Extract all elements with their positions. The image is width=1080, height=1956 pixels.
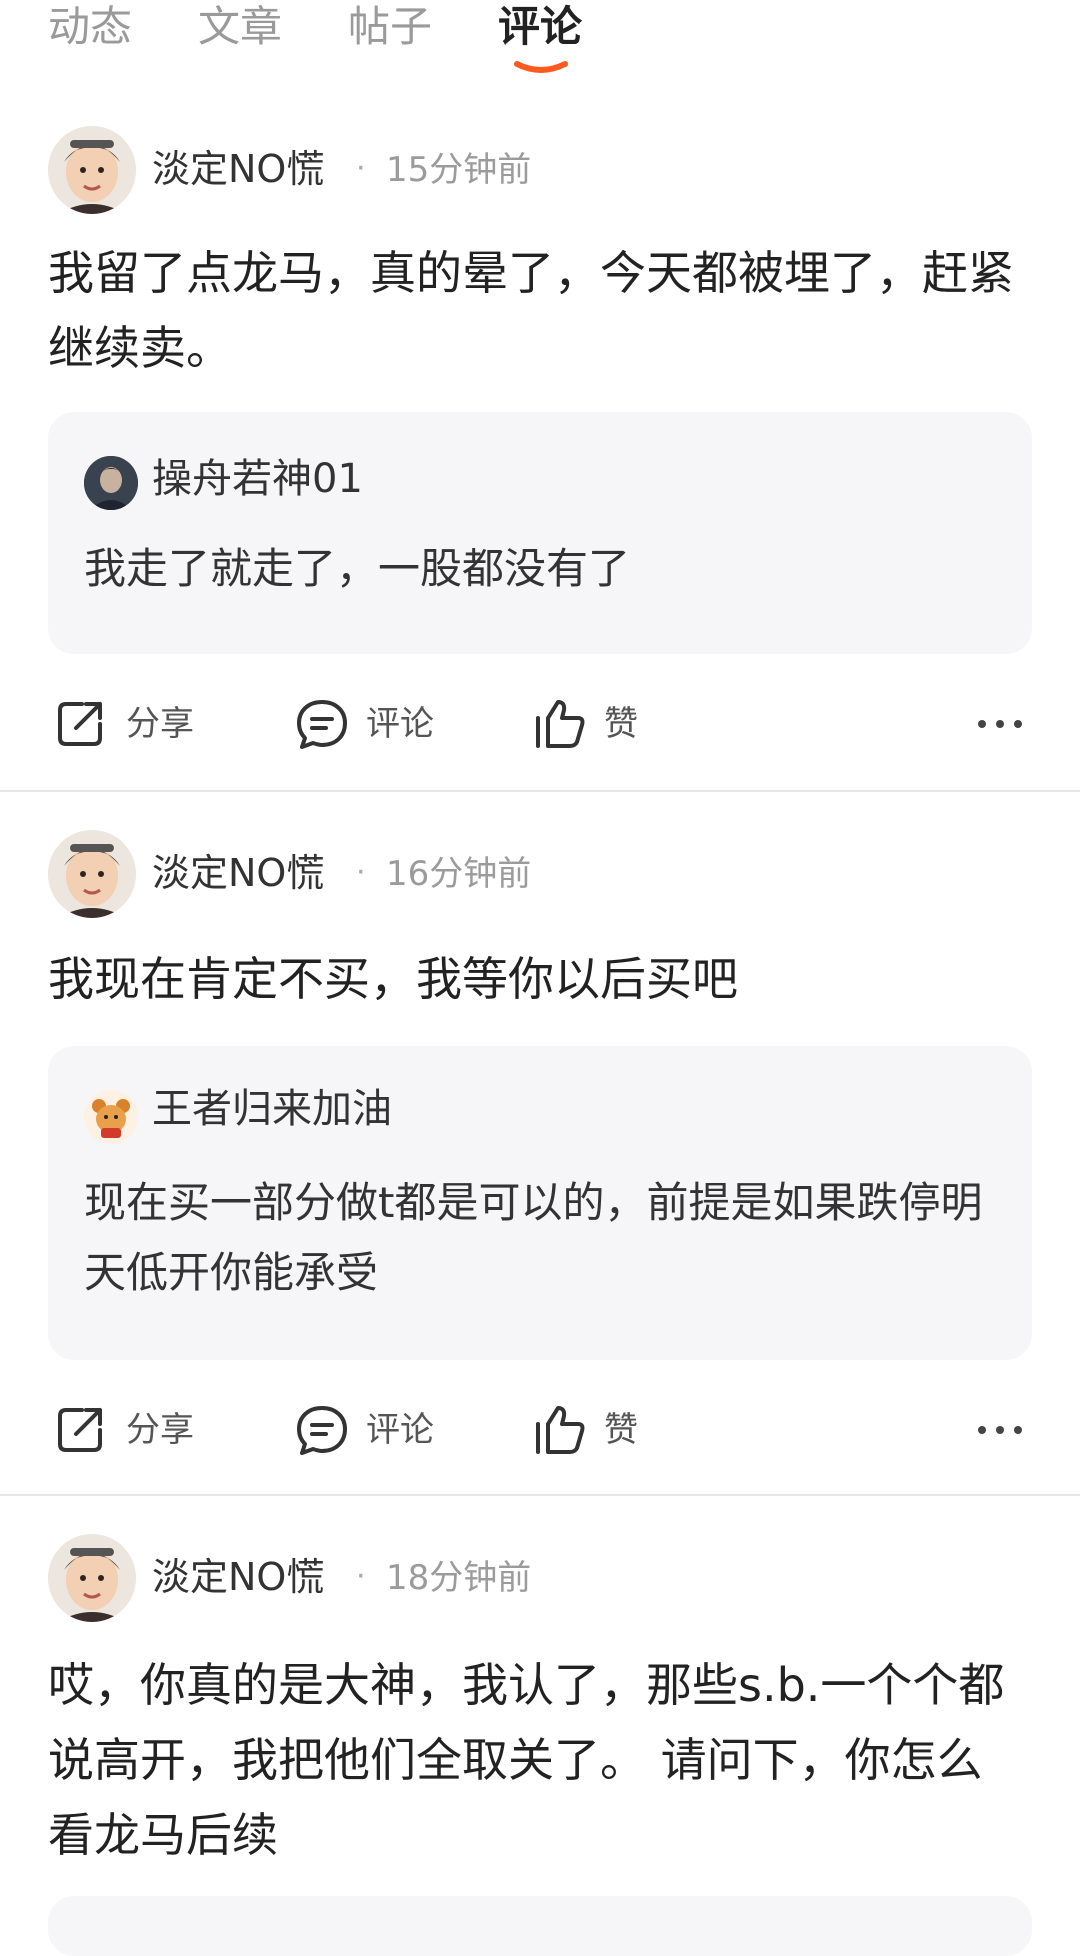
more-options-icon[interactable] — [976, 704, 1024, 744]
separator-dot: · — [356, 151, 366, 186]
like-label[interactable]: 赞 — [604, 1406, 638, 1454]
post-time: 18分钟前 — [386, 1558, 532, 1598]
tab-articles[interactable]: 文章 — [198, 0, 282, 54]
thumbs-up-icon[interactable] — [532, 1402, 588, 1458]
thumbs-up-icon[interactable] — [532, 696, 588, 752]
share-label[interactable]: 分享 — [126, 700, 194, 748]
comment-text[interactable]: 我留了点龙马，真的晕了，今天都被埋了，赶紧继续卖。 — [48, 236, 1018, 386]
share-label[interactable]: 分享 — [126, 1406, 194, 1454]
author-name[interactable]: 淡定NO慌 — [152, 144, 324, 194]
divider — [0, 1494, 1080, 1496]
profile-tabs: 动态 文章 帖子 评论 — [0, 0, 1080, 80]
avatar[interactable] — [48, 830, 136, 918]
like-label[interactable]: 赞 — [604, 700, 638, 748]
avatar — [84, 456, 138, 510]
tab-dynamics[interactable]: 动态 — [48, 0, 132, 54]
tab-posts[interactable]: 帖子 — [348, 0, 432, 54]
comment-icon[interactable] — [294, 696, 350, 752]
post-time: 15分钟前 — [386, 150, 532, 190]
comment-header: 淡定NO慌 · 18分钟前 — [48, 1534, 1032, 1624]
comment-header: 淡定NO慌 · 15分钟前 — [48, 126, 1032, 216]
child-avatar-icon — [48, 1534, 136, 1622]
author-name[interactable]: 淡定NO慌 — [152, 848, 324, 898]
avatar[interactable] — [48, 1534, 136, 1622]
avatar[interactable] — [48, 126, 136, 214]
comment-icon[interactable] — [294, 1402, 350, 1458]
avatar — [84, 1090, 138, 1144]
quoted-reply[interactable]: 操舟若神01 我走了就走了，一股都没有了 — [48, 412, 1032, 654]
active-tab-indicator — [514, 61, 568, 73]
comment-text[interactable]: 哎，你真的是大神，我认了，那些s.b.一个个都说高开，我把他们全取关了。 请问下… — [48, 1648, 1018, 1873]
child-avatar-icon — [48, 126, 136, 214]
quoted-reply[interactable]: 王者归来加油 现在买一部分做t都是可以的，前提是如果跌停明天低开你能承受 — [48, 1046, 1032, 1360]
quoted-text: 我走了就走了，一股都没有了 — [84, 544, 631, 593]
post-time: 16分钟前 — [386, 854, 532, 894]
quoted-reply[interactable] — [48, 1896, 1032, 1956]
action-bar: 分享 评论 赞 — [0, 1396, 1080, 1466]
comment-label[interactable]: 评论 — [366, 1406, 434, 1454]
divider — [0, 790, 1080, 792]
quoted-author[interactable]: 操舟若神01 — [152, 452, 363, 506]
separator-dot: · — [356, 1559, 366, 1594]
share-icon[interactable] — [52, 696, 108, 752]
author-name[interactable]: 淡定NO慌 — [152, 1552, 324, 1602]
comment-header: 淡定NO慌 · 16分钟前 — [48, 830, 1032, 920]
child-avatar-icon — [48, 830, 136, 918]
separator-dot: · — [356, 855, 366, 890]
quoted-text: 现在买一部分做t都是可以的，前提是如果跌停明天低开你能承受 — [84, 1178, 983, 1297]
comment-text[interactable]: 我现在肯定不买，我等你以后买吧 — [48, 942, 1018, 1017]
share-icon[interactable] — [52, 1402, 108, 1458]
action-bar: 分享 评论 赞 — [0, 690, 1080, 760]
quoted-author[interactable]: 王者归来加油 — [152, 1082, 392, 1136]
cartoon-avatar-icon — [84, 1090, 138, 1144]
tab-comments[interactable]: 评论 — [498, 0, 582, 54]
comment-label[interactable]: 评论 — [366, 700, 434, 748]
more-options-icon[interactable] — [976, 1410, 1024, 1450]
person-avatar-icon — [84, 456, 138, 510]
